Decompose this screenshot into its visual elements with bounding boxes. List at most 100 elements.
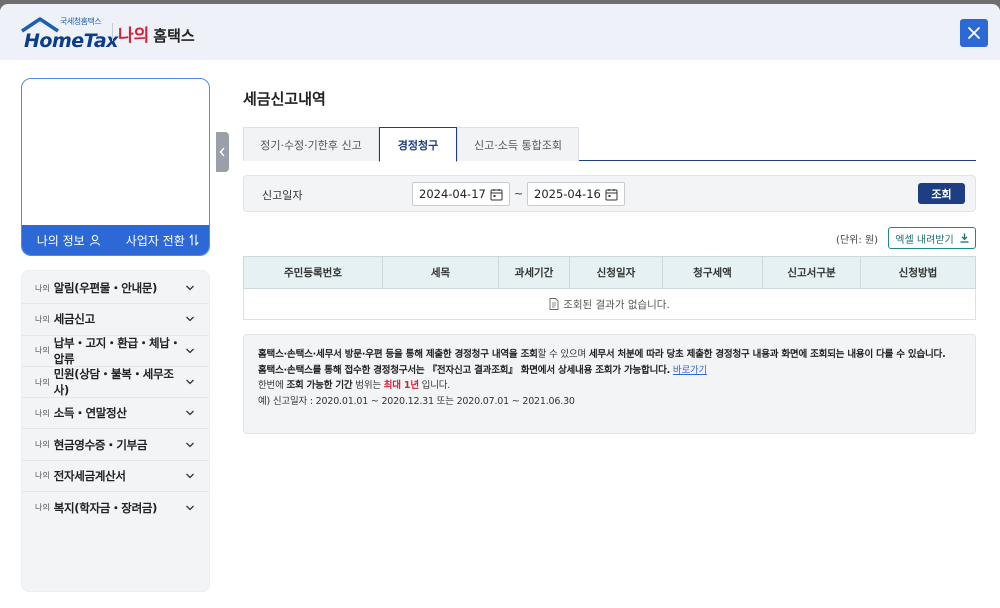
close-button[interactable] bbox=[960, 19, 988, 47]
my-info-label: 나의 정보 bbox=[36, 233, 85, 248]
notice-line-1: 홈택스·손택스·세무서 방문·우편 등을 통해 제출한 경정청구 내역을 조회할… bbox=[258, 347, 961, 363]
column-header-filing-type[interactable]: 신고서구분 bbox=[762, 256, 861, 289]
sidebar-collapse-handle[interactable] bbox=[216, 132, 229, 172]
chevron-down-icon bbox=[186, 442, 194, 448]
sidebar-item-tax-filing[interactable]: 나의 세금신고 bbox=[22, 304, 209, 336]
date-from-value: 2024-04-17 bbox=[419, 187, 486, 201]
notice-highlight: 최대 1년 bbox=[383, 380, 419, 391]
unit-label: (단위: 원) bbox=[836, 235, 878, 246]
excel-download-button[interactable]: 엑셀 내려받기 bbox=[888, 227, 976, 249]
header-divider bbox=[112, 23, 113, 41]
chevron-down-icon bbox=[186, 285, 194, 291]
date-range-separator: ~ bbox=[514, 187, 524, 200]
tab-correction-claim[interactable]: 경정청구 bbox=[379, 127, 457, 162]
empty-result-message: 조회된 결과가 없습니다. bbox=[563, 298, 670, 311]
notice-text: 화면에서 상세내용 조회가 가능합니다. bbox=[517, 364, 671, 376]
menu-prefix: 나의 bbox=[35, 440, 50, 450]
date-to-value: 2025-04-16 bbox=[534, 187, 601, 201]
date-to-input[interactable]: 2025-04-16 bbox=[527, 182, 625, 206]
modal-title: 나의 홈택스 bbox=[118, 21, 195, 46]
notice-emphasis: 경정청구 내역을 조회 bbox=[454, 349, 538, 360]
sidebar-item-welfare[interactable]: 나의 복지(학자금・장려금) bbox=[22, 492, 209, 523]
sidebar-item-label: 전자세금계산서 bbox=[53, 468, 126, 483]
table-header-row: 주민등록번호 세목 과세기간 신청일자 청구세액 신고서구분 신청방법 bbox=[243, 256, 976, 289]
correction-claim-table: 주민등록번호 세목 과세기간 신청일자 청구세액 신고서구분 신청방법 조회된 … bbox=[243, 256, 976, 320]
sidebar-item-e-invoice[interactable]: 나의 전자세금계산서 bbox=[22, 461, 209, 493]
sidebar-item-civil-affairs[interactable]: 나의 민원(상담・불복・세무조사) bbox=[22, 367, 209, 399]
notice-emphasis: 『전자신고 결과조회』 bbox=[427, 364, 518, 376]
menu-prefix: 나의 bbox=[35, 408, 50, 418]
main-content: 세금신고내역 정기·수정·기한후 신고 경정청구 신고·소득 통합조회 신고일자… bbox=[243, 78, 976, 434]
tab-regular-filing[interactable]: 정기·수정·기한후 신고 bbox=[243, 127, 379, 161]
notice-text: 홈택스·손택스를 통해 접수한 경정청구서는 bbox=[258, 364, 428, 376]
modal-title-highlight: 나의 bbox=[118, 26, 150, 46]
sidebar-item-notifications[interactable]: 나의 알림(우편물・안내문) bbox=[22, 273, 209, 305]
hometax-logo[interactable]: 국세청홈택스 HomeTax bbox=[20, 16, 118, 52]
column-header-tax-item[interactable]: 세목 bbox=[382, 256, 499, 289]
notice-line-3: 한번에 조회 가능한 기간 범위는 최대 1년 입니다. bbox=[258, 378, 961, 394]
sidebar-item-label: 현금영수증・기부금 bbox=[53, 437, 148, 452]
profile-action-bar: 나의 정보 사업자 전환 bbox=[22, 225, 209, 255]
column-header-claim-amount[interactable]: 청구세액 bbox=[662, 256, 763, 289]
notice-emphasis: 조회 가능한 기간 bbox=[286, 380, 353, 391]
empty-result-cell: 조회된 결과가 없습니다. bbox=[243, 288, 976, 320]
calendar-icon[interactable] bbox=[605, 188, 618, 201]
notice-text: 할 수 있으며 bbox=[537, 349, 589, 360]
sidebar-item-label: 민원(상담・불복・세무조사) bbox=[53, 367, 174, 398]
person-icon bbox=[89, 234, 100, 246]
chevron-down-icon bbox=[186, 505, 194, 511]
notice-emphasis: 세무서 처분에 따라 당초 제출한 경정청구 내용과 화면에 조회되는 내용이 … bbox=[588, 349, 946, 360]
menu-prefix: 나의 bbox=[35, 377, 50, 387]
business-switch-label: 사업자 전환 bbox=[125, 233, 185, 248]
chevron-down-icon bbox=[186, 348, 194, 354]
search-filter: 신고일자 2024-04-17 ~ 2025-04-16 조회 bbox=[243, 175, 976, 212]
date-from-input[interactable]: 2024-04-17 bbox=[412, 182, 510, 206]
download-icon bbox=[960, 233, 969, 243]
page-title: 세금신고내역 bbox=[243, 90, 326, 108]
notice-text: 한번에 bbox=[258, 380, 287, 391]
chevron-down-icon bbox=[186, 379, 194, 385]
menu-prefix: 나의 bbox=[35, 471, 50, 481]
menu-prefix: 나의 bbox=[35, 346, 50, 356]
modal-title-text: 홈택스 bbox=[153, 27, 195, 45]
calendar-icon[interactable] bbox=[490, 188, 503, 201]
modal-header: 국세청홈택스 HomeTax 나의 홈택스 bbox=[0, 4, 1000, 60]
table-row: 조회된 결과가 없습니다. bbox=[243, 288, 976, 320]
search-button[interactable]: 조회 bbox=[918, 183, 965, 204]
notice-box: 홈택스·손택스·세무서 방문·우편 등을 통해 제출한 경정청구 내역을 조회할… bbox=[243, 334, 976, 434]
my-info-button[interactable]: 나의 정보 bbox=[22, 225, 116, 255]
column-header-tax-period[interactable]: 과세기간 bbox=[498, 256, 570, 289]
notice-text: 홈택스·손택스·세무서 방문·우편 등을 통해 제출한 bbox=[258, 349, 455, 360]
notice-line-2: 홈택스·손택스를 통해 접수한 경정청구서는 『전자신고 결과조회』 화면에서 … bbox=[258, 363, 961, 379]
tab-integrated-inquiry[interactable]: 신고·소득 통합조회 bbox=[457, 127, 579, 161]
chevron-down-icon bbox=[186, 473, 194, 479]
close-icon bbox=[968, 27, 980, 39]
filing-date-label: 신고일자 bbox=[262, 189, 303, 202]
sidebar-item-cash-receipt[interactable]: 나의 현금영수증・기부금 bbox=[22, 429, 209, 461]
chevron-left-icon bbox=[219, 147, 225, 157]
sidebar-item-label: 세금신고 bbox=[53, 312, 95, 327]
column-header-request-date[interactable]: 신청일자 bbox=[569, 256, 663, 289]
sidebar-item-label: 납부・고지・환급・체납・압류 bbox=[53, 335, 181, 366]
menu-prefix: 나의 bbox=[35, 314, 50, 324]
chevron-down-icon bbox=[186, 410, 194, 416]
profile-card: 나의 정보 사업자 전환 bbox=[21, 78, 210, 256]
business-switch-button[interactable]: 사업자 전환 bbox=[116, 225, 210, 255]
sidebar-menu: 나의 알림(우편물・안내문) 나의 세금신고 나의 납부・고지・환급・체납・압류… bbox=[21, 270, 210, 592]
excel-download-label: 엑셀 내려받기 bbox=[895, 234, 954, 246]
sidebar: 나의 정보 사업자 전환 나의 알림(우편물・안내문) 나의 세금신고 나의 납… bbox=[21, 78, 211, 592]
column-header-request-method[interactable]: 신청방법 bbox=[860, 256, 976, 289]
sidebar-item-label: 알림(우편물・안내문) bbox=[53, 281, 158, 296]
shortcut-link[interactable]: 바로가기 bbox=[673, 365, 707, 376]
swap-icon bbox=[189, 234, 199, 246]
column-header-resident-number[interactable]: 주민등록번호 bbox=[243, 256, 383, 289]
sidebar-item-income[interactable]: 나의 소득・연말정산 bbox=[22, 398, 209, 430]
tab-bar: 정기·수정·기한후 신고 경정청구 신고·소득 통합조회 bbox=[243, 127, 976, 162]
notice-line-4: 예) 신고일자 : 2020.01.01 ~ 2020.12.31 또는 202… bbox=[258, 395, 575, 407]
notice-text: 범위는 bbox=[352, 380, 384, 391]
notice-text: 입니다. bbox=[418, 380, 451, 391]
table-toolbar: (단위: 원) 엑셀 내려받기 bbox=[243, 227, 976, 249]
logo-subtitle: 국세청홈택스 bbox=[60, 17, 102, 26]
sidebar-item-payment[interactable]: 나의 납부・고지・환급・체납・압류 bbox=[22, 336, 209, 367]
menu-prefix: 나의 bbox=[35, 283, 50, 293]
